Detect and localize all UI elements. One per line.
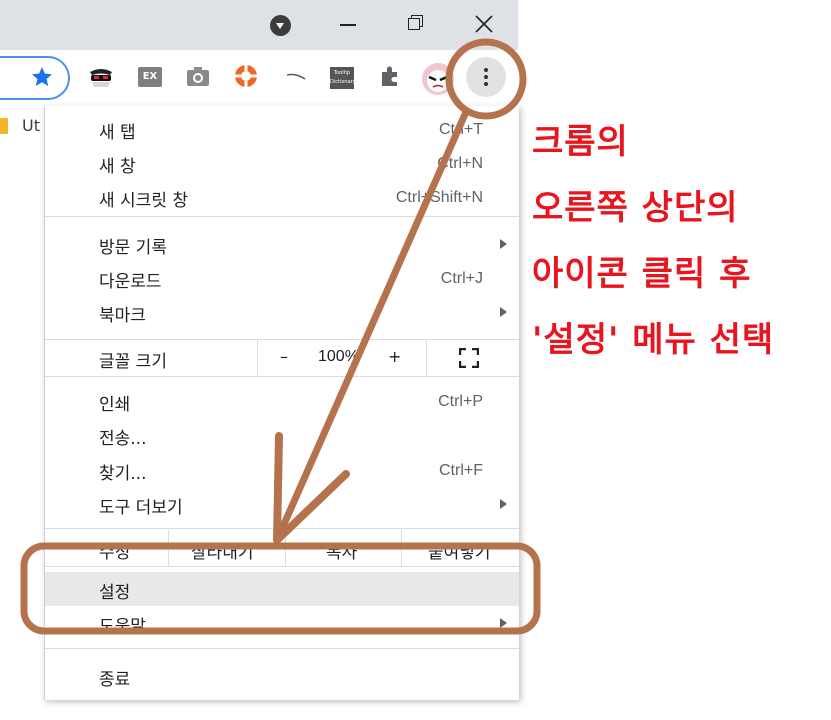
highlight-circle	[445, 38, 527, 120]
annotation-line-1: 크롬의	[532, 122, 629, 162]
annotation-line-4: '설정' 메뉴 선택	[532, 320, 775, 360]
annotation-arrow-icon	[273, 108, 470, 544]
annotation-line-3: 아이콘 클릭 후	[532, 254, 752, 294]
annotation-line-2: 오른쪽 상단의	[532, 188, 739, 228]
highlight-rectangle	[20, 542, 541, 635]
